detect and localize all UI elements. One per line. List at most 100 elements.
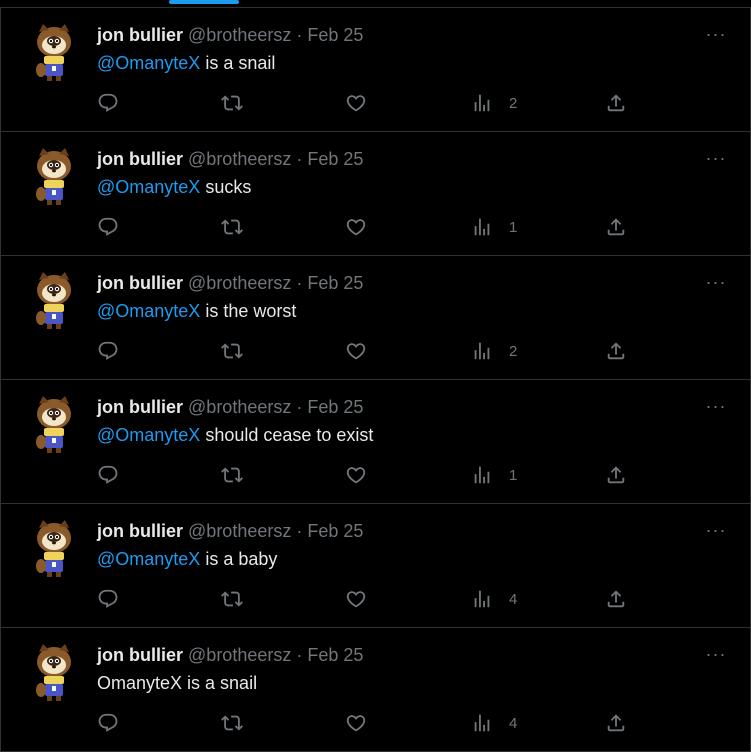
tanuki-avatar-icon[interactable] bbox=[33, 394, 75, 454]
like-button[interactable] bbox=[345, 216, 367, 238]
author-handle[interactable]: @brotheersz bbox=[188, 149, 291, 169]
tweet-item[interactable]: jon bullier @brotheersz · Feb 25 ··· @Om… bbox=[0, 132, 751, 256]
tanuki-avatar-icon[interactable] bbox=[33, 518, 75, 578]
tanuki-avatar-icon[interactable] bbox=[33, 146, 75, 206]
author-name[interactable]: jon bullier bbox=[97, 645, 183, 665]
views-count: 1 bbox=[509, 218, 518, 236]
views-chart-icon bbox=[474, 466, 490, 484]
tweet-header: jon bullier @brotheersz · Feb 25 bbox=[97, 396, 363, 418]
tweet-item[interactable]: jon bullier @brotheersz · Feb 25 ··· @Om… bbox=[0, 8, 751, 132]
mention-link[interactable]: @OmanyteX bbox=[97, 425, 200, 445]
share-icon bbox=[607, 94, 625, 112]
heart-icon bbox=[346, 467, 366, 484]
tweet-body: is the worst bbox=[200, 301, 297, 321]
retweet-icon bbox=[221, 219, 243, 235]
tweet-text: @OmanyteX is a snail bbox=[97, 52, 275, 74]
separator-dot: · bbox=[296, 149, 303, 169]
reply-button[interactable] bbox=[97, 216, 119, 238]
retweet-icon bbox=[221, 467, 243, 483]
author-handle[interactable]: @brotheersz bbox=[188, 273, 291, 293]
like-button[interactable] bbox=[345, 92, 367, 114]
tanuki-avatar-icon[interactable] bbox=[33, 22, 75, 82]
views-count: 1 bbox=[509, 466, 518, 484]
tweet-item[interactable]: jon bullier @brotheersz · Feb 25 ··· @Om… bbox=[0, 380, 751, 504]
tweet-date[interactable]: Feb 25 bbox=[307, 149, 363, 169]
retweet-button[interactable] bbox=[221, 464, 243, 486]
separator-dot: · bbox=[296, 521, 303, 541]
views-chart-icon bbox=[474, 94, 490, 112]
author-name[interactable]: jon bullier bbox=[97, 149, 183, 169]
more-icon[interactable]: ··· bbox=[706, 396, 726, 416]
retweet-button[interactable] bbox=[221, 340, 243, 362]
like-button[interactable] bbox=[345, 588, 367, 610]
author-handle[interactable]: @brotheersz bbox=[188, 645, 291, 665]
separator-dot: · bbox=[296, 397, 303, 417]
tweet-date[interactable]: Feb 25 bbox=[307, 397, 363, 417]
tweet-feed: jon bullier @brotheersz · Feb 25 ··· @Om… bbox=[0, 7, 751, 752]
author-handle[interactable]: @brotheersz bbox=[188, 397, 291, 417]
reply-button[interactable] bbox=[97, 92, 119, 114]
more-icon[interactable]: ··· bbox=[706, 24, 726, 44]
tweet-text: OmanyteX is a snail bbox=[97, 672, 257, 694]
author-name[interactable]: jon bullier bbox=[97, 25, 183, 45]
reply-button[interactable] bbox=[97, 464, 119, 486]
like-button[interactable] bbox=[345, 340, 367, 362]
tweet-text: @OmanyteX is the worst bbox=[97, 300, 296, 322]
tweet-item[interactable]: jon bullier @brotheersz · Feb 25 ··· @Om… bbox=[0, 504, 751, 628]
tweet-date[interactable]: Feb 25 bbox=[307, 25, 363, 45]
retweet-button[interactable] bbox=[221, 216, 243, 238]
more-icon[interactable]: ··· bbox=[706, 148, 726, 168]
more-icon[interactable]: ··· bbox=[706, 520, 726, 540]
retweet-button[interactable] bbox=[221, 92, 243, 114]
author-name[interactable]: jon bullier bbox=[97, 397, 183, 417]
mention-link[interactable]: @OmanyteX bbox=[97, 53, 200, 73]
tweet-body: is a baby bbox=[200, 549, 278, 569]
share-button[interactable] bbox=[605, 216, 627, 238]
reply-button[interactable] bbox=[97, 588, 119, 610]
reply-button[interactable] bbox=[97, 340, 119, 362]
views-count: 2 bbox=[509, 342, 518, 360]
tweet-text: @OmanyteX sucks bbox=[97, 176, 251, 198]
retweet-button[interactable] bbox=[221, 712, 243, 734]
share-button[interactable] bbox=[605, 464, 627, 486]
author-name[interactable]: jon bullier bbox=[97, 521, 183, 541]
tanuki-avatar-icon[interactable] bbox=[33, 270, 75, 330]
mention-link[interactable]: @OmanyteX bbox=[97, 177, 200, 197]
views-button[interactable]: 1 bbox=[471, 464, 517, 486]
heart-icon bbox=[346, 219, 366, 236]
tweet-actions: 1 bbox=[97, 216, 637, 238]
author-handle[interactable]: @brotheersz bbox=[188, 521, 291, 541]
share-button[interactable] bbox=[605, 92, 627, 114]
separator-dot: · bbox=[296, 645, 303, 665]
views-chart-icon bbox=[474, 714, 490, 732]
like-button[interactable] bbox=[345, 712, 367, 734]
tweet-date[interactable]: Feb 25 bbox=[307, 645, 363, 665]
author-name[interactable]: jon bullier bbox=[97, 273, 183, 293]
more-icon[interactable]: ··· bbox=[706, 272, 726, 292]
views-button[interactable]: 2 bbox=[471, 92, 517, 114]
reply-button[interactable] bbox=[97, 712, 119, 734]
retweet-icon bbox=[221, 343, 243, 359]
mention-link[interactable]: @OmanyteX bbox=[97, 301, 200, 321]
separator-dot: · bbox=[296, 273, 303, 293]
tweet-date[interactable]: Feb 25 bbox=[307, 521, 363, 541]
tweet-item[interactable]: jon bullier @brotheersz · Feb 25 ··· Oma… bbox=[0, 628, 751, 752]
share-icon bbox=[607, 590, 625, 608]
share-button[interactable] bbox=[605, 712, 627, 734]
heart-icon bbox=[346, 343, 366, 360]
like-button[interactable] bbox=[345, 464, 367, 486]
share-button[interactable] bbox=[605, 340, 627, 362]
tweet-date[interactable]: Feb 25 bbox=[307, 273, 363, 293]
tweet-item[interactable]: jon bullier @brotheersz · Feb 25 ··· @Om… bbox=[0, 256, 751, 380]
retweet-button[interactable] bbox=[221, 588, 243, 610]
mention-link[interactable]: @OmanyteX bbox=[97, 549, 200, 569]
share-button[interactable] bbox=[605, 588, 627, 610]
views-button[interactable]: 1 bbox=[471, 216, 517, 238]
views-button[interactable]: 4 bbox=[471, 712, 517, 734]
views-button[interactable]: 4 bbox=[471, 588, 517, 610]
more-icon[interactable]: ··· bbox=[706, 644, 726, 664]
tanuki-avatar-icon[interactable] bbox=[33, 642, 75, 702]
author-handle[interactable]: @brotheersz bbox=[188, 25, 291, 45]
active-tab-indicator bbox=[169, 0, 239, 4]
views-button[interactable]: 2 bbox=[471, 340, 517, 362]
